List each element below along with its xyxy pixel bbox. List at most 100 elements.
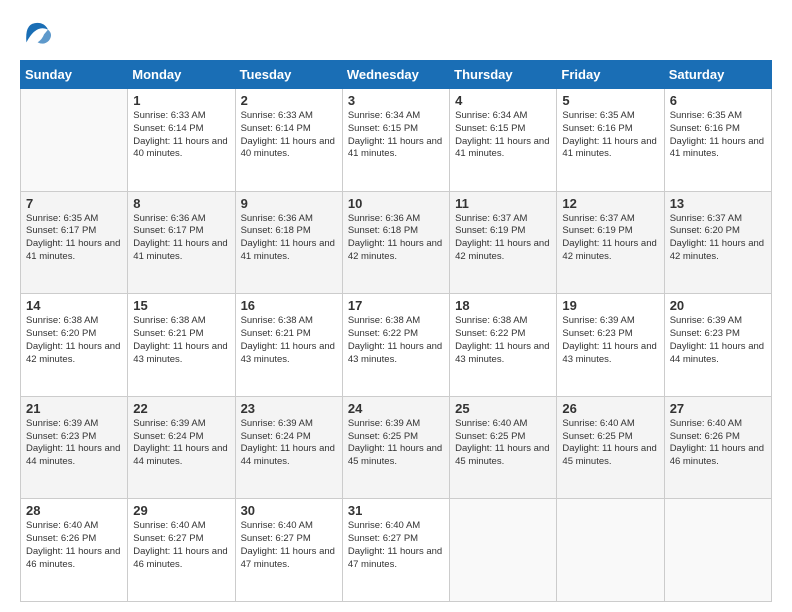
calendar-cell: 11Sunrise: 6:37 AMSunset: 6:19 PMDayligh… (450, 191, 557, 294)
day-info: Sunrise: 6:40 AMSunset: 6:27 PMDaylight:… (241, 520, 337, 571)
day-info: Sunrise: 6:35 AMSunset: 6:16 PMDaylight:… (670, 110, 766, 161)
header (20, 20, 772, 48)
day-info: Sunrise: 6:36 AMSunset: 6:17 PMDaylight:… (133, 213, 229, 264)
day-number: 19 (562, 298, 658, 313)
day-info: Sunrise: 6:40 AMSunset: 6:25 PMDaylight:… (455, 418, 551, 469)
day-info: Sunrise: 6:38 AMSunset: 6:22 PMDaylight:… (348, 315, 444, 366)
week-row-2: 7 Sunrise: 6:35 AMSunset: 6:17 PMDaylight… (21, 191, 772, 294)
calendar-cell: 7 Sunrise: 6:35 AMSunset: 6:17 PMDaylight… (21, 191, 128, 294)
week-row-5: 28 Sunrise: 6:40 AMSunset: 6:26 PMDayligh… (21, 499, 772, 602)
calendar-cell: 3 Sunrise: 6:34 AMSunset: 6:15 PMDaylight… (342, 89, 449, 192)
calendar-cell: 14 Sunrise: 6:38 AMSunset: 6:20 PMDayligh… (21, 294, 128, 397)
day-info: Sunrise: 6:39 AMSunset: 6:25 PMDaylight:… (348, 418, 444, 469)
week-row-3: 14 Sunrise: 6:38 AMSunset: 6:20 PMDayligh… (21, 294, 772, 397)
weekday-sunday: Sunday (21, 61, 128, 89)
page: SundayMondayTuesdayWednesdayThursdayFrid… (0, 0, 792, 612)
day-info: Sunrise: 6:38 AMSunset: 6:22 PMDaylight:… (455, 315, 551, 366)
day-info: Sunrise: 6:37 AMSunset: 6:20 PMDaylight:… (670, 213, 766, 264)
weekday-tuesday: Tuesday (235, 61, 342, 89)
day-info: Sunrise: 6:40 AMSunset: 6:26 PMDaylight:… (670, 418, 766, 469)
day-info: Sunrise: 6:35 AMSunset: 6:17 PMDaylight:… (26, 213, 122, 264)
calendar-cell: 6 Sunrise: 6:35 AMSunset: 6:16 PMDaylight… (664, 89, 771, 192)
day-info: Sunrise: 6:36 AMSunset: 6:18 PMDaylight:… (348, 213, 444, 264)
day-info: Sunrise: 6:38 AMSunset: 6:21 PMDaylight:… (133, 315, 229, 366)
day-number: 5 (562, 93, 658, 108)
day-info: Sunrise: 6:38 AMSunset: 6:20 PMDaylight:… (26, 315, 122, 366)
weekday-monday: Monday (128, 61, 235, 89)
day-info: Sunrise: 6:39 AMSunset: 6:23 PMDaylight:… (670, 315, 766, 366)
day-number: 9 (241, 196, 337, 211)
day-number: 3 (348, 93, 444, 108)
day-info: Sunrise: 6:34 AMSunset: 6:15 PMDaylight:… (348, 110, 444, 161)
calendar-cell (21, 89, 128, 192)
day-info: Sunrise: 6:39 AMSunset: 6:23 PMDaylight:… (562, 315, 658, 366)
day-number: 17 (348, 298, 444, 313)
calendar-cell: 19 Sunrise: 6:39 AMSunset: 6:23 PMDayligh… (557, 294, 664, 397)
day-info: Sunrise: 6:39 AMSunset: 6:24 PMDaylight:… (241, 418, 337, 469)
calendar-cell: 4 Sunrise: 6:34 AMSunset: 6:15 PMDaylight… (450, 89, 557, 192)
day-number: 2 (241, 93, 337, 108)
calendar-cell: 29 Sunrise: 6:40 AMSunset: 6:27 PMDayligh… (128, 499, 235, 602)
calendar-cell: 26Sunrise: 6:40 AMSunset: 6:25 PMDayligh… (557, 396, 664, 499)
calendar-cell: 21 Sunrise: 6:39 AMSunset: 6:23 PMDayligh… (21, 396, 128, 499)
day-number: 6 (670, 93, 766, 108)
calendar-cell (664, 499, 771, 602)
weekday-header-row: SundayMondayTuesdayWednesdayThursdayFrid… (21, 61, 772, 89)
calendar-cell: 31Sunrise: 6:40 AMSunset: 6:27 PMDayligh… (342, 499, 449, 602)
day-info: Sunrise: 6:34 AMSunset: 6:15 PMDaylight:… (455, 110, 551, 161)
week-row-4: 21 Sunrise: 6:39 AMSunset: 6:23 PMDayligh… (21, 396, 772, 499)
calendar-cell: 1 Sunrise: 6:33 AMSunset: 6:14 PMDaylight… (128, 89, 235, 192)
logo-icon (20, 20, 52, 48)
calendar-cell: 8 Sunrise: 6:36 AMSunset: 6:17 PMDaylight… (128, 191, 235, 294)
weekday-friday: Friday (557, 61, 664, 89)
day-number: 25 (455, 401, 551, 416)
day-info: Sunrise: 6:33 AMSunset: 6:14 PMDaylight:… (241, 110, 337, 161)
calendar-cell: 5 Sunrise: 6:35 AMSunset: 6:16 PMDaylight… (557, 89, 664, 192)
day-info: Sunrise: 6:40 AMSunset: 6:27 PMDaylight:… (133, 520, 229, 571)
day-number: 29 (133, 503, 229, 518)
day-number: 27 (670, 401, 766, 416)
day-number: 4 (455, 93, 551, 108)
day-info: Sunrise: 6:35 AMSunset: 6:16 PMDaylight:… (562, 110, 658, 161)
calendar-cell (557, 499, 664, 602)
day-number: 16 (241, 298, 337, 313)
calendar-cell: 24Sunrise: 6:39 AMSunset: 6:25 PMDayligh… (342, 396, 449, 499)
day-info: Sunrise: 6:39 AMSunset: 6:23 PMDaylight:… (26, 418, 122, 469)
day-number: 23 (241, 401, 337, 416)
day-info: Sunrise: 6:33 AMSunset: 6:14 PMDaylight:… (133, 110, 229, 161)
weekday-saturday: Saturday (664, 61, 771, 89)
day-number: 7 (26, 196, 122, 211)
day-number: 1 (133, 93, 229, 108)
day-info: Sunrise: 6:40 AMSunset: 6:27 PMDaylight:… (348, 520, 444, 571)
calendar-cell: 17 Sunrise: 6:38 AMSunset: 6:22 PMDayligh… (342, 294, 449, 397)
day-info: Sunrise: 6:40 AMSunset: 6:26 PMDaylight:… (26, 520, 122, 571)
day-number: 21 (26, 401, 122, 416)
calendar-table: SundayMondayTuesdayWednesdayThursdayFrid… (20, 60, 772, 602)
calendar-cell: 28 Sunrise: 6:40 AMSunset: 6:26 PMDayligh… (21, 499, 128, 602)
day-info: Sunrise: 6:40 AMSunset: 6:25 PMDaylight:… (562, 418, 658, 469)
calendar-cell: 25 Sunrise: 6:40 AMSunset: 6:25 PMDayligh… (450, 396, 557, 499)
calendar-cell: 16Sunrise: 6:38 AMSunset: 6:21 PMDayligh… (235, 294, 342, 397)
day-info: Sunrise: 6:36 AMSunset: 6:18 PMDaylight:… (241, 213, 337, 264)
weekday-wednesday: Wednesday (342, 61, 449, 89)
day-number: 11 (455, 196, 551, 211)
calendar-cell: 18 Sunrise: 6:38 AMSunset: 6:22 PMDayligh… (450, 294, 557, 397)
day-number: 12 (562, 196, 658, 211)
calendar-cell: 10 Sunrise: 6:36 AMSunset: 6:18 PMDayligh… (342, 191, 449, 294)
weekday-thursday: Thursday (450, 61, 557, 89)
calendar-cell: 15 Sunrise: 6:38 AMSunset: 6:21 PMDayligh… (128, 294, 235, 397)
logo (20, 20, 56, 48)
day-number: 13 (670, 196, 766, 211)
calendar-cell: 23 Sunrise: 6:39 AMSunset: 6:24 PMDayligh… (235, 396, 342, 499)
day-number: 14 (26, 298, 122, 313)
calendar-cell: 12Sunrise: 6:37 AMSunset: 6:19 PMDayligh… (557, 191, 664, 294)
calendar-cell: 30Sunrise: 6:40 AMSunset: 6:27 PMDayligh… (235, 499, 342, 602)
day-number: 8 (133, 196, 229, 211)
day-number: 18 (455, 298, 551, 313)
week-row-1: 1 Sunrise: 6:33 AMSunset: 6:14 PMDaylight… (21, 89, 772, 192)
day-number: 10 (348, 196, 444, 211)
day-number: 15 (133, 298, 229, 313)
day-info: Sunrise: 6:39 AMSunset: 6:24 PMDaylight:… (133, 418, 229, 469)
day-number: 28 (26, 503, 122, 518)
calendar-cell: 9 Sunrise: 6:36 AMSunset: 6:18 PMDaylight… (235, 191, 342, 294)
